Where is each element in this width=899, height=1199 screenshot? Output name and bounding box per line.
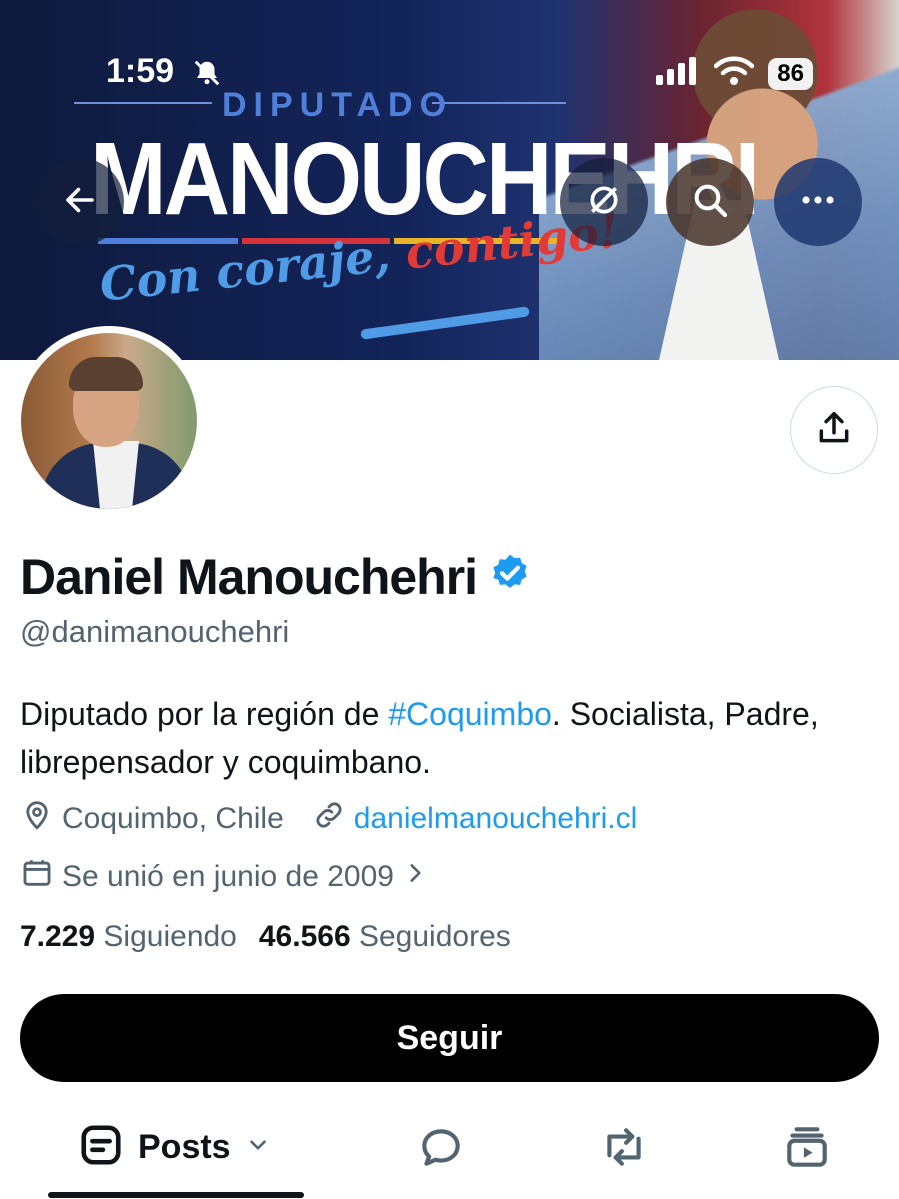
active-tab-indicator [48,1192,304,1198]
joined-item[interactable]: Se unió en junio de 2009 [20,856,428,898]
followers-label: Seguidores [358,920,511,953]
bell-muted-icon [192,58,222,93]
following-label: Siguiendo [103,920,237,953]
back-button[interactable] [36,158,124,246]
status-time: 1:59 [106,52,175,90]
follow-button[interactable]: Seguir [20,994,879,1082]
avatar-shirt [93,441,139,509]
tab-posts-label: Posts [138,1128,231,1166]
website-link[interactable]: danielmanouchehri.cl [354,802,638,836]
avatar-hair [69,357,143,391]
banner-swoosh [360,306,530,340]
chevron-down-icon[interactable] [245,1132,271,1163]
status-indicators: 86 [656,56,813,91]
share-icon [815,409,853,452]
avatar-photo [21,333,197,509]
location-text: Coquimbo, Chile [62,802,284,835]
reply-bubble-icon [416,1122,466,1177]
following-stat[interactable]: 7.229 Siguiendo [20,920,237,954]
location-pin-icon [20,798,54,840]
share-profile-button[interactable] [790,386,878,474]
followers-stat[interactable]: 46.566 Seguidores [259,920,511,954]
calendar-icon [20,856,54,898]
following-count: 7.229 [20,920,96,953]
profile-avatar[interactable] [14,326,204,516]
location-item: Coquimbo, Chile [20,798,284,840]
follow-stats: 7.229 Siguiendo 46.566 Seguidores [20,920,511,954]
profile-tabs: Posts [0,1110,899,1199]
posts-icon [78,1122,124,1173]
joined-row[interactable]: Se unió en junio de 2009 [20,856,428,898]
bio-hashtag-link[interactable]: #Coquimbo [388,696,552,732]
joined-text: Se unió en junio de 2009 [62,860,394,893]
search-button[interactable] [666,158,754,246]
battery-indicator: 86 [768,57,813,90]
wifi-icon [714,56,755,91]
link-icon [312,798,346,840]
banner-title: MANOUCHEHRI [90,122,760,237]
banner-kicker: DIPUTADO [222,86,454,124]
website-item[interactable]: danielmanouchehri.cl [312,798,638,840]
followers-count: 46.566 [258,920,351,953]
chevron-right-icon [402,860,428,894]
video-stack-icon [782,1122,832,1177]
arrow-left-icon [62,182,98,223]
banner-rule-left [74,102,212,104]
verified-badge-icon[interactable] [489,548,531,606]
profile-bio: Diputado por la región de #Coquimbo. Soc… [20,690,880,786]
signal-icon [656,57,700,90]
tab-replies[interactable] [416,1122,466,1177]
repost-icon [598,1122,650,1177]
banner-stripe-blue [98,238,238,244]
more-options-button[interactable] [774,158,862,246]
more-dots-icon [800,193,836,211]
user-handle: @danimanouchehri [20,614,290,649]
tab-posts[interactable]: Posts [78,1122,271,1173]
display-name: Daniel Manouchehri [20,548,531,606]
profile-meta-row: Coquimbo, Chile danielmanouchehri.cl [20,798,637,840]
grok-icon [584,180,624,225]
tab-reposts[interactable] [598,1122,650,1177]
display-name-text: Daniel Manouchehri [20,549,478,605]
grok-button[interactable] [560,158,648,246]
search-icon [690,180,730,225]
tab-media[interactable] [782,1122,832,1177]
bio-text-start: Diputado por la región de [20,696,389,732]
